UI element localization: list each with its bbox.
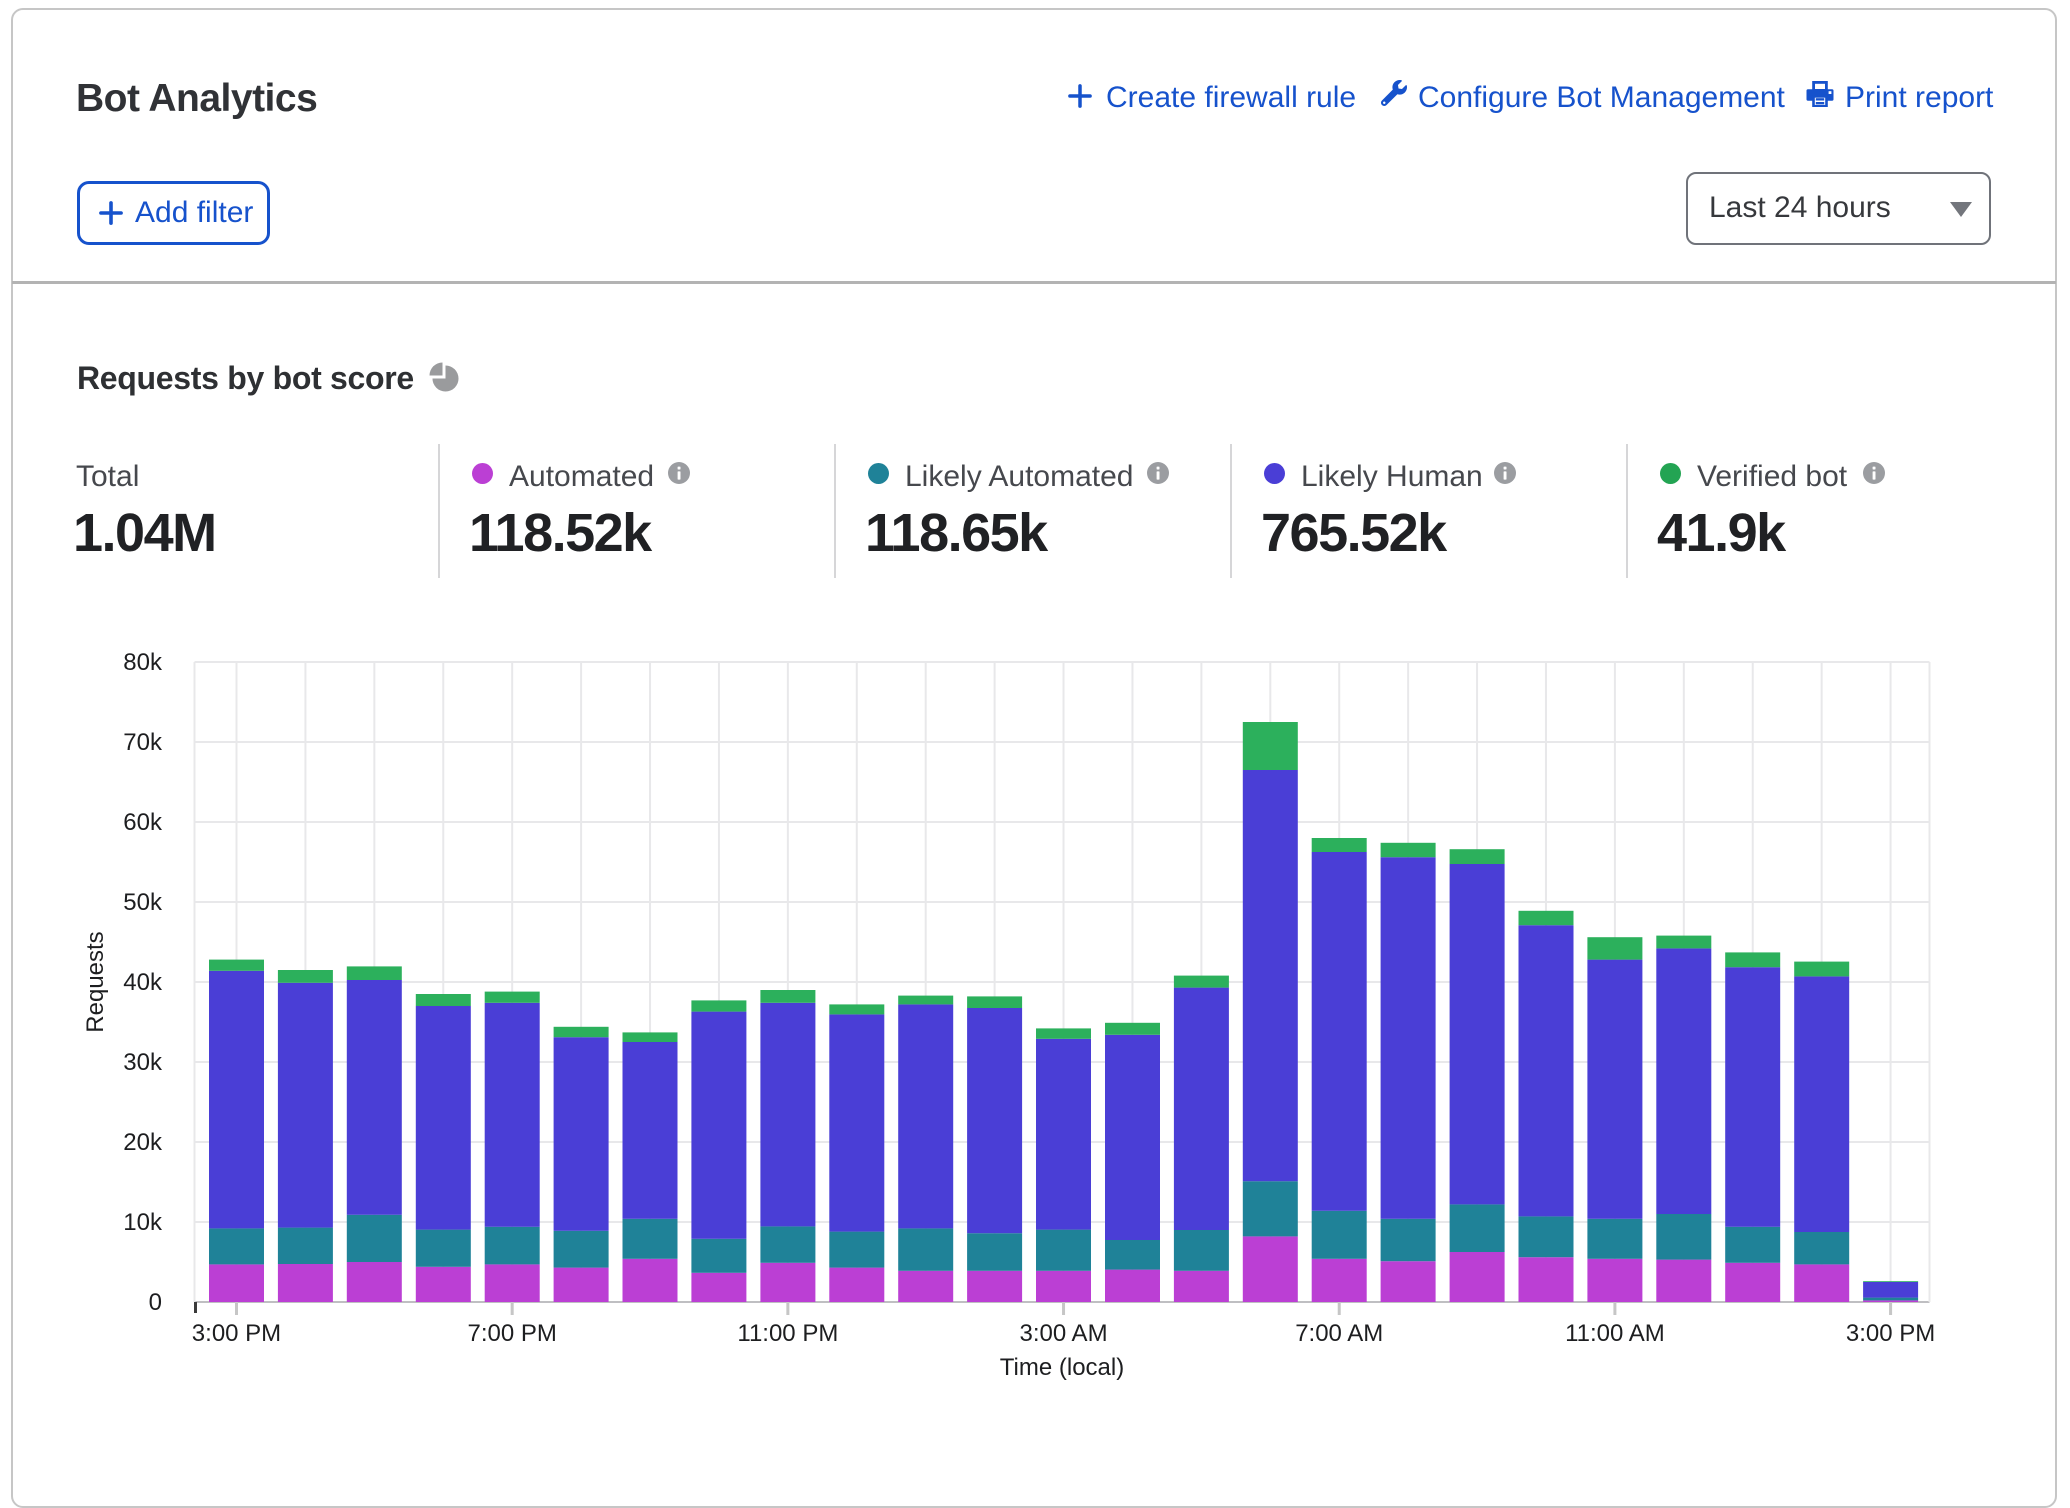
svg-text:7:00 AM: 7:00 AM xyxy=(1295,1320,1383,1347)
svg-text:10k: 10k xyxy=(123,1209,163,1236)
svg-text:70k: 70k xyxy=(123,729,163,756)
svg-text:80k: 80k xyxy=(123,649,163,676)
svg-text:30k: 30k xyxy=(123,1049,163,1076)
svg-text:Time (local): Time (local) xyxy=(1000,1354,1124,1381)
svg-text:Requests: Requests xyxy=(82,931,109,1032)
svg-text:20k: 20k xyxy=(123,1129,163,1156)
svg-text:11:00 AM: 11:00 AM xyxy=(1565,1320,1665,1347)
svg-text:11:00 PM: 11:00 PM xyxy=(737,1320,838,1347)
svg-text:60k: 60k xyxy=(123,809,163,836)
svg-text:0: 0 xyxy=(149,1289,162,1316)
svg-text:3:00 PM: 3:00 PM xyxy=(192,1320,281,1347)
svg-text:3:00 AM: 3:00 AM xyxy=(1020,1320,1108,1347)
svg-text:7:00 PM: 7:00 PM xyxy=(467,1320,556,1347)
svg-text:50k: 50k xyxy=(123,889,163,916)
svg-text:3:00 PM: 3:00 PM xyxy=(1846,1320,1935,1347)
svg-text:40k: 40k xyxy=(123,969,163,996)
